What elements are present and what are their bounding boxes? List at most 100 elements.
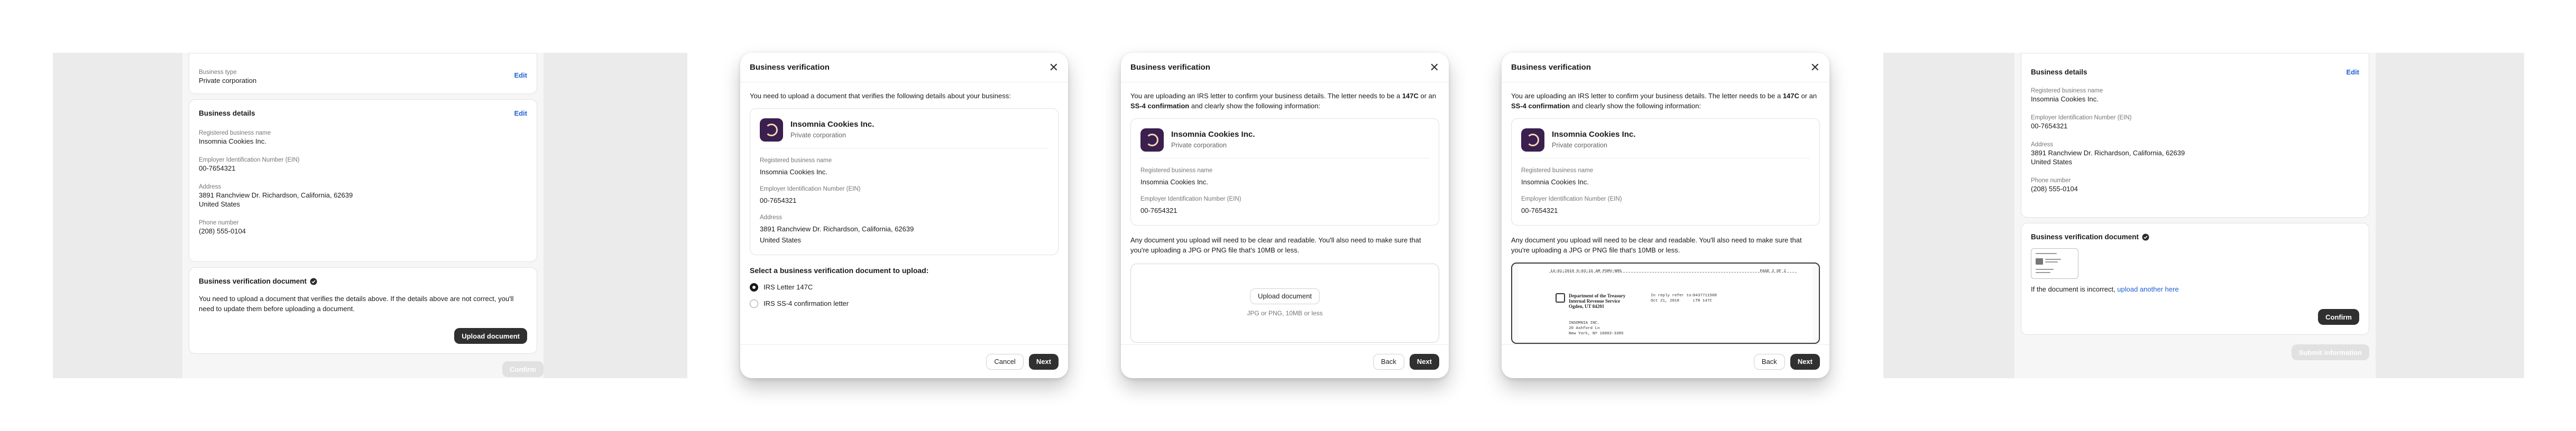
uploaded-document-preview[interactable]: 14:01:2019 9:03:16 AM PSMV-NMS PAGE 2 OF…: [1511, 263, 1820, 344]
upload-another-link[interactable]: upload another here: [2117, 285, 2178, 293]
letter-address-line: New York, NY 10003-3385: [1569, 332, 1624, 336]
business-summary-card: Insomnia Cookies Inc. Private corporatio…: [1511, 118, 1820, 226]
letter-agency-line: Ogden, UT 84201: [1569, 304, 1605, 309]
option-label: IRS SS-4 confirmation letter: [763, 299, 849, 307]
business-summary-card: Insomnia Cookies Inc. Private corporatio…: [750, 108, 1059, 255]
close-icon[interactable]: ✕: [1810, 61, 1820, 73]
option-irs-147c[interactable]: IRS Letter 147C: [750, 282, 1059, 292]
business-summary-card: Insomnia Cookies Inc. Private corporatio…: [1130, 118, 1439, 226]
checkmark-badge-icon: [2142, 233, 2149, 240]
field-address: Address 3891 Ranchview Dr. Richardson, C…: [760, 213, 1048, 245]
dialog-title: Business verification: [1130, 63, 1210, 72]
letter-address-line: 20 Ashford Ln: [1569, 326, 1600, 331]
radio-selected[interactable]: [750, 283, 758, 292]
checkmark-badge-icon: [310, 278, 317, 285]
business-type-value: Private corporation: [199, 77, 257, 85]
incorrect-document-text: If the document is incorrect, upload ano…: [2031, 285, 2359, 293]
confirm-button[interactable]: Confirm: [502, 361, 544, 377]
irs-letter-image: 14:01:2019 9:03:16 AM PSMV-NMS PAGE 2 OF…: [1519, 264, 1813, 343]
business-details-card: Business details Edit Registered busines…: [189, 99, 537, 262]
intro-bold: SS-4 confirmation: [1130, 102, 1190, 110]
field-value: Insomnia Cookies Inc.: [1521, 178, 1589, 186]
field-label: Address: [2031, 142, 2054, 148]
upload-hint: JPG or PNG, 10MB or less: [1247, 309, 1323, 317]
field-value: 00-7654321: [2031, 122, 2068, 130]
field-label: Phone number: [2031, 177, 2071, 184]
field-value: United States: [760, 236, 802, 244]
field-ein: Employer Identification Number (EIN) 00-…: [199, 157, 527, 172]
confirm-button[interactable]: Confirm: [2318, 309, 2359, 325]
dialog-title: Business verification: [750, 63, 830, 72]
field-ein: Employer Identification Number (EIN) 00-…: [2031, 115, 2359, 130]
field-label: Employer Identification Number (EIN): [1140, 196, 1241, 202]
back-button[interactable]: Back: [1373, 353, 1404, 370]
company-type: Private corporation: [1552, 142, 1607, 149]
field-label: Registered business name: [1140, 167, 1213, 174]
upload-dropzone[interactable]: Upload document JPG or PNG, 10MB or less: [1130, 264, 1439, 343]
dialog-intro: You need to upload a document that verif…: [750, 92, 1011, 100]
edit-business-type-link[interactable]: Edit: [514, 71, 527, 79]
close-icon[interactable]: ✕: [1430, 61, 1439, 73]
irs-seal-icon: [1556, 293, 1565, 303]
field-ein: Employer Identification Number (EIN) 00-…: [760, 184, 1048, 205]
edit-business-details-link[interactable]: Edit: [514, 109, 527, 117]
field-value: 3891 Ranchview Dr. Richardson, Californi…: [2031, 149, 2185, 157]
cancel-button[interactable]: Cancel: [986, 353, 1024, 370]
field-label: Address: [760, 214, 783, 221]
field-registered-name: Registered business name Insomnia Cookie…: [1521, 166, 1810, 187]
intro-text: You are uploading an IRS letter to confi…: [1511, 92, 1783, 100]
field-value: Insomnia Cookies Inc.: [199, 137, 266, 145]
letter-agency-line: Internal Revenue Service: [1569, 298, 1620, 304]
edit-business-details-link[interactable]: Edit: [2346, 68, 2359, 76]
field-value: Insomnia Cookies Inc.: [1140, 178, 1208, 186]
verification-title: Business verification document: [2031, 233, 2139, 241]
intro-text: and clearly show the following informati…: [1189, 102, 1321, 110]
field-value: Insomnia Cookies Inc.: [2031, 95, 2099, 103]
panel-1-content: Business type Private corporation Edit B…: [182, 53, 544, 378]
field-address: Address 3891 Ranchview Dr. Richardson, C…: [2031, 142, 2359, 166]
field-ein: Employer Identification Number (EIN) 00-…: [1521, 194, 1810, 216]
back-button[interactable]: Back: [1753, 353, 1785, 370]
radio-unselected[interactable]: [750, 299, 758, 308]
field-label: Employer Identification Number (EIN): [2031, 115, 2132, 121]
letter-right-line: 0437711508: [1693, 294, 1717, 298]
field-value: 00-7654321: [1521, 207, 1558, 214]
field-label: Phone number: [199, 220, 239, 226]
incorrect-document-prefix: If the document is incorrect,: [2031, 285, 2118, 293]
field-label: Registered business name: [760, 157, 832, 164]
field-label: Address: [199, 184, 222, 190]
submit-information-button[interactable]: Submit information: [2291, 344, 2369, 360]
upload-document-button[interactable]: Upload document: [454, 328, 527, 344]
option-irs-ss4[interactable]: IRS SS-4 confirmation letter: [750, 298, 1059, 308]
business-details-card: Business details Edit Registered busines…: [2021, 53, 2369, 218]
field-value: 3891 Ranchview Dr. Richardson, Californi…: [760, 225, 914, 233]
uploaded-document-thumbnail[interactable]: [2031, 248, 2078, 279]
business-details-title: Business details: [199, 109, 255, 117]
verification-title: Business verification document: [199, 277, 307, 285]
field-label: Registered business name: [2031, 88, 2103, 94]
field-value: (208) 555-0104: [199, 227, 246, 235]
intro-bold: SS-4 confirmation: [1511, 102, 1570, 110]
field-registered-name: Registered business name Insomnia Cookie…: [760, 156, 1048, 177]
field-label: Registered business name: [199, 130, 271, 136]
intro-text: or an: [1799, 92, 1817, 100]
close-icon[interactable]: ✕: [1049, 61, 1059, 73]
next-button[interactable]: Next: [1409, 353, 1439, 370]
field-label: Registered business name: [1521, 167, 1594, 174]
upload-document-button[interactable]: Upload document: [1250, 288, 1320, 304]
upload-requirements-note: Any document you upload will need to be …: [1511, 236, 1802, 254]
next-button[interactable]: Next: [1028, 353, 1059, 370]
option-label: IRS Letter 147C: [763, 283, 813, 291]
intro-bold: 147C: [1402, 92, 1419, 100]
business-verification-dialog-upload: Business verification ✕ You are uploadin…: [1121, 53, 1449, 378]
next-button[interactable]: Next: [1790, 353, 1820, 370]
field-registered-name: Registered business name Insomnia Cookie…: [1140, 166, 1429, 187]
field-value: United States: [199, 200, 241, 208]
intro-text: or an: [1418, 92, 1437, 100]
field-value: 00-7654321: [760, 196, 797, 204]
field-registered-name: Registered business name Insomnia Cookie…: [2031, 88, 2359, 103]
field-value: 00-7654321: [1140, 207, 1177, 214]
field-ein: Employer Identification Number (EIN) 00-…: [1140, 194, 1429, 216]
company-name: Insomnia Cookies Inc.: [1171, 130, 1255, 139]
verification-document-card: Business verification document You need …: [189, 267, 537, 354]
